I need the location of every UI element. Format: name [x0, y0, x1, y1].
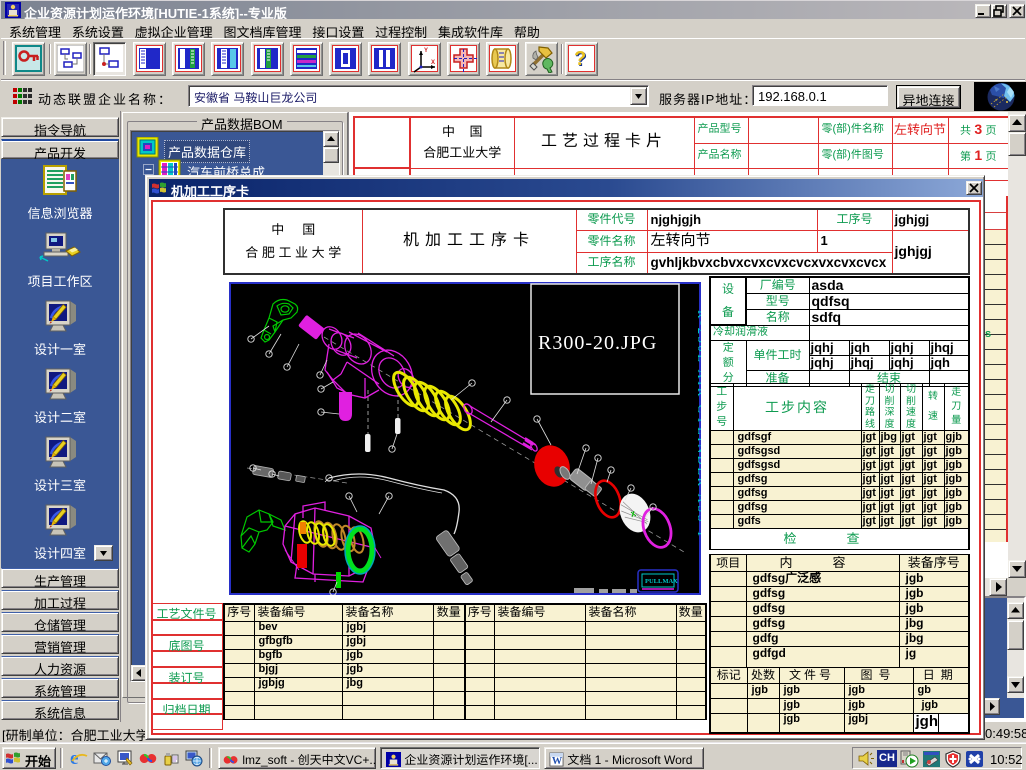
svg-text:Y: Y	[424, 48, 428, 54]
svg-text:?: ?	[574, 48, 586, 70]
svg-text:PULLMAX: PULLMAX	[645, 578, 678, 585]
svg-text:W: W	[552, 756, 563, 767]
svg-text:X: X	[431, 60, 435, 66]
svg-text:R300-20.JPG: R300-20.JPG	[538, 332, 657, 354]
svg-text:R-250E AIR CYLINDER ASS'Y: R-250E AIR CYLINDER ASS'Y	[695, 310, 701, 541]
